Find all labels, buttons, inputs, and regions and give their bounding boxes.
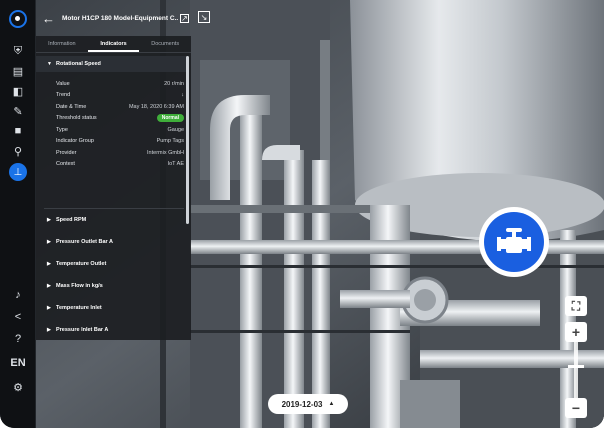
section-pressure-inlet[interactable]: ▶ Pressure Inlet Bar A bbox=[36, 322, 187, 338]
back-arrow-icon[interactable]: ← bbox=[42, 11, 58, 26]
asset-title-bar: ← Motor H1CP 180 Model-Equipment C... ↗ bbox=[36, 8, 190, 28]
section-mass-flow[interactable]: ▶ Mass Flow in kg/s bbox=[36, 278, 187, 294]
share-icon[interactable]: < bbox=[0, 308, 36, 326]
detail-label: Context bbox=[56, 161, 75, 168]
section-temperature-inlet[interactable]: ▶ Temperature Inlet bbox=[36, 300, 187, 316]
trend-down-icon: ↓ bbox=[181, 92, 184, 99]
tab-documents[interactable]: Documents bbox=[139, 36, 191, 52]
chevron-right-icon: ▶ bbox=[47, 283, 51, 289]
section-speed-rpm[interactable]: ▶ Speed RPM bbox=[36, 212, 187, 228]
help-icon[interactable]: ? bbox=[0, 330, 36, 348]
detail-label: Provider bbox=[56, 149, 77, 156]
section-label: Pressure Inlet Bar A bbox=[56, 327, 109, 333]
detail-row: Provider Intermix GmbH bbox=[56, 147, 184, 159]
zoom-in-button[interactable]: + bbox=[565, 322, 587, 342]
ruler-icon[interactable]: ✎ bbox=[0, 102, 36, 120]
shield-icon[interactable]: ⛨ bbox=[0, 42, 36, 60]
detail-row: Trend ↓ bbox=[56, 90, 184, 102]
section-label: Temperature Outlet bbox=[56, 261, 107, 267]
detail-label: Threshold status bbox=[56, 115, 97, 122]
zoom-out-button[interactable]: − bbox=[565, 398, 587, 418]
detail-row: Type Gauge bbox=[56, 124, 184, 136]
detail-value: Intermix GmbH bbox=[147, 149, 184, 156]
bell-icon[interactable]: ♪ bbox=[0, 286, 36, 304]
section-label: Mass Flow in kg/s bbox=[56, 283, 103, 289]
chevron-up-icon: ▲ bbox=[328, 401, 335, 407]
app-logo[interactable] bbox=[9, 10, 27, 28]
panel-tabs: Information Indicators Documents bbox=[36, 36, 191, 53]
collapse-panel-icon[interactable]: ↘ bbox=[198, 11, 210, 23]
section-label: Pressure Outlet Bar A bbox=[56, 239, 113, 245]
chevron-right-icon: ▶ bbox=[47, 217, 51, 223]
external-link-icon[interactable]: ↗ bbox=[180, 13, 189, 23]
detail-row: Context IoT AE bbox=[56, 159, 184, 171]
section-label: Rotational Speed bbox=[56, 61, 101, 67]
section-label: Temperature Inlet bbox=[56, 305, 102, 311]
language-selector[interactable]: EN bbox=[0, 354, 36, 372]
chat-icon[interactable]: ▤ bbox=[0, 62, 36, 80]
chevron-right-icon: ▶ bbox=[47, 261, 51, 267]
section-temperature-outlet[interactable]: ▶ Temperature Outlet bbox=[36, 256, 187, 272]
detail-label: Value bbox=[56, 80, 70, 87]
detail-label: Indicator Group bbox=[56, 138, 94, 145]
book-icon[interactable]: ◧ bbox=[0, 82, 36, 100]
search-icon[interactable]: ⚲ bbox=[0, 142, 36, 160]
detail-row: Indicator Group Pump Tags bbox=[56, 136, 184, 148]
detail-value: May 18, 2020 6:39 AM bbox=[128, 103, 184, 110]
valve-icon[interactable]: ⊥ bbox=[0, 163, 36, 181]
tab-indicators[interactable]: Indicators bbox=[87, 36, 140, 52]
section-divider bbox=[44, 208, 184, 209]
timeline-date: 2019-12-03 bbox=[281, 399, 323, 409]
detail-value: IoT AE bbox=[167, 161, 184, 168]
chevron-right-icon: ▶ bbox=[47, 239, 51, 245]
status-badge: Normal bbox=[156, 114, 184, 123]
detail-value: Gauge bbox=[167, 126, 184, 133]
settings-icon[interactable]: ⚙ bbox=[0, 378, 36, 396]
indicator-details: Value 20 r/min Trend ↓ Date & Time May 1… bbox=[56, 78, 184, 170]
detail-label: Type bbox=[56, 126, 68, 133]
chevron-right-icon: ▶ bbox=[47, 305, 51, 311]
section-rotational-speed[interactable]: ▼ Rotational Speed bbox=[36, 56, 187, 72]
timeline-date-selector[interactable]: 2019-12-03 ▲ bbox=[268, 394, 348, 414]
panel-scrollbar[interactable] bbox=[186, 56, 189, 224]
detail-row: Value 20 r/min bbox=[56, 78, 184, 90]
asset-title: Motor H1CP 180 Model-Equipment C... bbox=[62, 14, 178, 22]
section-label: Speed RPM bbox=[56, 217, 87, 223]
zoom-slider[interactable] bbox=[574, 340, 578, 402]
chevron-down-icon: ▼ bbox=[47, 61, 52, 67]
detail-label: Date & Time bbox=[56, 103, 87, 110]
fit-view-icon[interactable]: ⛶ bbox=[565, 296, 587, 316]
valve-icon bbox=[484, 212, 544, 272]
video-icon[interactable]: ■ bbox=[0, 122, 36, 140]
viewer-frame: ⛨ ▤ ◧ ✎ ■ ⚲ ⊥ ♪ < ? EN ⚙ ← Motor H1CP 18… bbox=[0, 0, 604, 428]
detail-value: Pump Tags bbox=[156, 138, 184, 145]
tab-information[interactable]: Information bbox=[36, 36, 88, 52]
detail-row: Date & Time May 18, 2020 6:39 AM bbox=[56, 101, 184, 113]
indicator-panel: Information Indicators Documents ▼ Rotat… bbox=[36, 36, 191, 340]
detail-label: Trend bbox=[56, 92, 71, 99]
detail-row: Threshold status Normal bbox=[56, 113, 184, 125]
left-sidebar: ⛨ ▤ ◧ ✎ ■ ⚲ ⊥ ♪ < ? EN ⚙ bbox=[0, 0, 36, 428]
zoom-slider-thumb[interactable] bbox=[568, 364, 584, 368]
detail-value: 20 r/min bbox=[164, 80, 184, 87]
section-pressure-outlet[interactable]: ▶ Pressure Outlet Bar A bbox=[36, 234, 187, 250]
valve-hotspot-button[interactable] bbox=[479, 207, 549, 277]
chevron-right-icon: ▶ bbox=[47, 327, 51, 333]
